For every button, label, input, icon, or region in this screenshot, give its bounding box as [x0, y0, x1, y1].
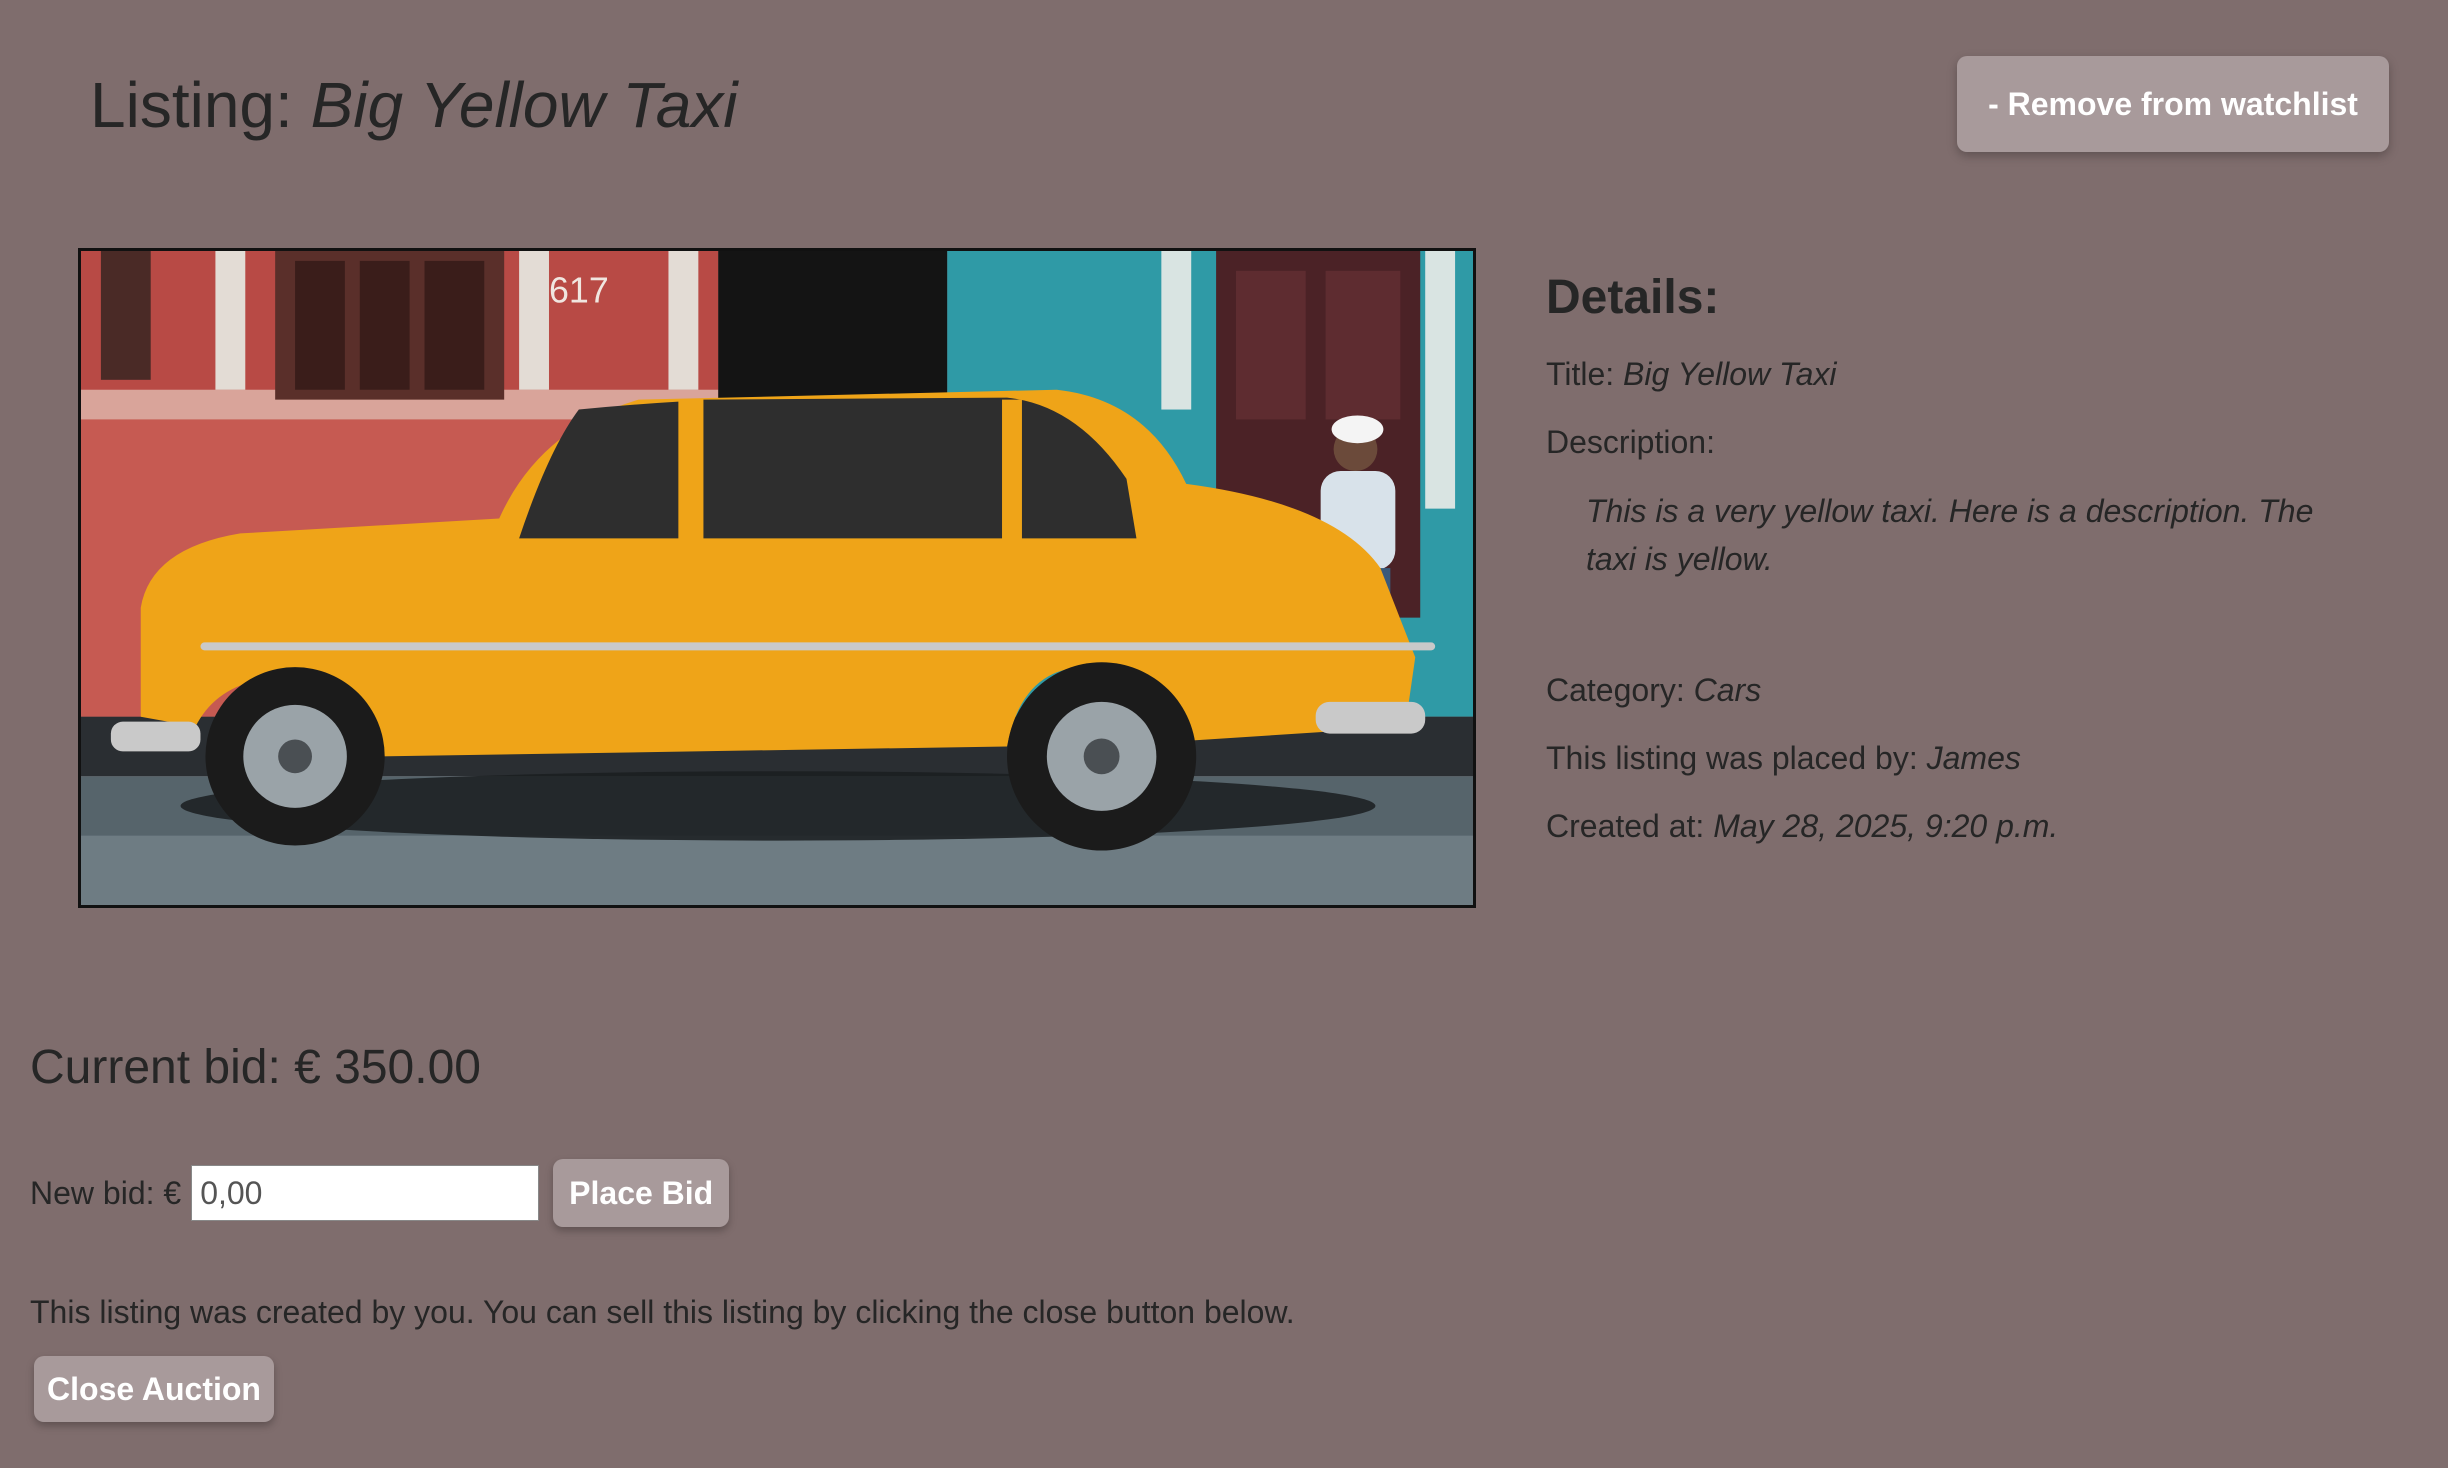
page-title-prefix: Listing:	[90, 69, 311, 141]
current-bid: Current bid: € 350.00	[30, 1041, 481, 1094]
detail-title-value: Big Yellow Taxi	[1623, 356, 1837, 392]
details-heading: Details:	[1546, 271, 1720, 324]
detail-title-label: Title:	[1546, 356, 1624, 392]
listing-image: 617	[78, 248, 1476, 908]
place-bid-button[interactable]: Place Bid	[553, 1159, 730, 1227]
detail-created-at: Created at: May 28, 2025, 9:20 p.m.	[1546, 803, 2366, 849]
new-bid-input[interactable]	[191, 1165, 540, 1221]
details-panel: Details: Title: Big Yellow Taxi Descript…	[1546, 270, 2366, 871]
detail-placed-by-label: This listing was placed by:	[1546, 740, 1927, 776]
detail-created-value: May 28, 2025, 9:20 p.m.	[1713, 808, 2059, 844]
owner-note: This listing was created by you. You can…	[30, 1294, 1295, 1330]
detail-category-label: Category:	[1546, 672, 1694, 708]
detail-placed-by: This listing was placed by: James	[1546, 735, 2366, 781]
detail-description-label: Description:	[1546, 424, 1715, 460]
page-title: Listing: Big Yellow Taxi	[90, 68, 738, 142]
detail-created-label: Created at:	[1546, 808, 1714, 844]
detail-description-value: This is a very yellow taxi. Here is a de…	[1586, 493, 2314, 577]
bid-form: New bid: € Place Bid	[30, 1158, 730, 1228]
house-number: 617	[549, 271, 609, 311]
remove-from-watchlist-button[interactable]: - Remove from watchlist	[1957, 56, 2389, 152]
detail-title: Title: Big Yellow Taxi	[1546, 351, 2366, 397]
new-bid-label: New bid: €	[30, 1174, 182, 1211]
close-auction-button[interactable]: Close Auction	[34, 1356, 274, 1422]
detail-placed-by-value: James	[1926, 740, 2021, 776]
page-title-listing-name: Big Yellow Taxi	[310, 69, 738, 141]
detail-category: Category: Cars	[1546, 667, 2366, 713]
detail-category-value: Cars	[1693, 672, 1762, 708]
